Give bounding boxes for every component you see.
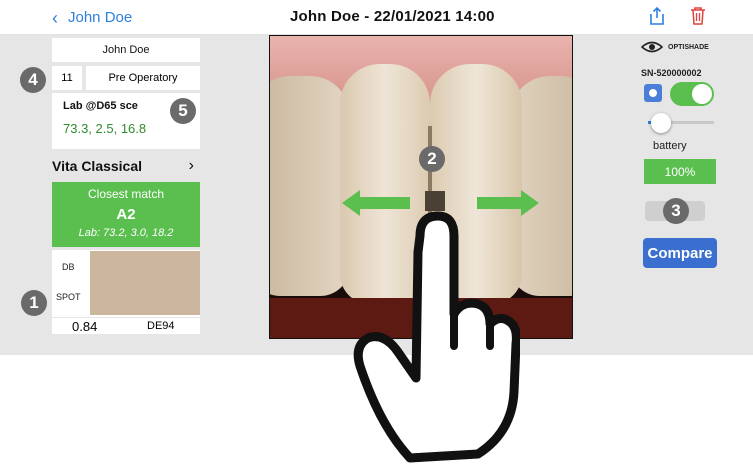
chevron-right-icon: ›	[188, 157, 194, 174]
delta-e-row: 0.84 DE94	[52, 318, 200, 334]
db-label: DB	[62, 262, 75, 272]
tooth-image	[270, 76, 350, 296]
share-icon[interactable]	[648, 6, 666, 26]
badge-5: 5	[170, 98, 196, 124]
camera-mode-icon[interactable]	[644, 84, 662, 102]
toggle-knob	[692, 84, 712, 104]
chevron-left-icon: ‹	[52, 7, 58, 28]
lab-title: Lab @D65 sce	[63, 100, 138, 112]
top-bar: ‹ John Doe John Doe - 22/01/2021 14:00	[0, 0, 753, 35]
match-lab-values: Lab: 73.2, 3.0, 18.2	[78, 227, 174, 239]
eye-icon	[641, 41, 663, 53]
page-title: John Doe - 22/01/2021 14:00	[290, 8, 495, 25]
badge-2: 2	[419, 146, 445, 172]
trash-icon[interactable]	[690, 6, 706, 26]
lab-values: 73.3, 2.5, 16.8	[63, 121, 147, 136]
badge-3: 3	[663, 198, 689, 224]
tooth-number-field[interactable]: 11	[52, 66, 82, 90]
spot-label: SPOT	[56, 292, 81, 302]
compare-button[interactable]: Compare	[643, 238, 717, 268]
phase-field[interactable]: Pre Operatory	[86, 66, 200, 90]
back-button[interactable]: ‹ John Doe	[52, 7, 133, 28]
badge-1: 1	[21, 290, 47, 316]
brand-logo: OPTISHADE	[641, 41, 709, 53]
shade-guide-label: Vita Classical	[52, 158, 143, 174]
brand-name: OPTISHADE	[668, 43, 709, 51]
delta-e-value: 0.84	[72, 319, 98, 334]
slider-handle[interactable]	[651, 113, 671, 133]
device-toggle[interactable]	[670, 82, 714, 106]
serial-number: SN-520000002	[641, 68, 702, 78]
match-shade: A2	[116, 206, 136, 223]
pointing-hand-icon	[353, 211, 520, 463]
battery-level: 100%	[644, 159, 716, 184]
shade-guide-selector[interactable]: Vita Classical ›	[52, 155, 200, 177]
badge-4: 4	[20, 67, 46, 93]
battery-label: battery	[653, 140, 687, 152]
color-swatch	[90, 251, 200, 315]
delta-e-unit: DE94	[147, 320, 175, 332]
patient-name-field[interactable]: John Doe	[52, 38, 200, 62]
color-comparison: DB SPOT	[52, 250, 200, 317]
back-label: John Doe	[68, 9, 133, 26]
closest-match-label: Closest match	[87, 187, 165, 201]
closest-match-panel: Closest match A2 Lab: 73.2, 3.0, 18.2	[52, 182, 200, 247]
